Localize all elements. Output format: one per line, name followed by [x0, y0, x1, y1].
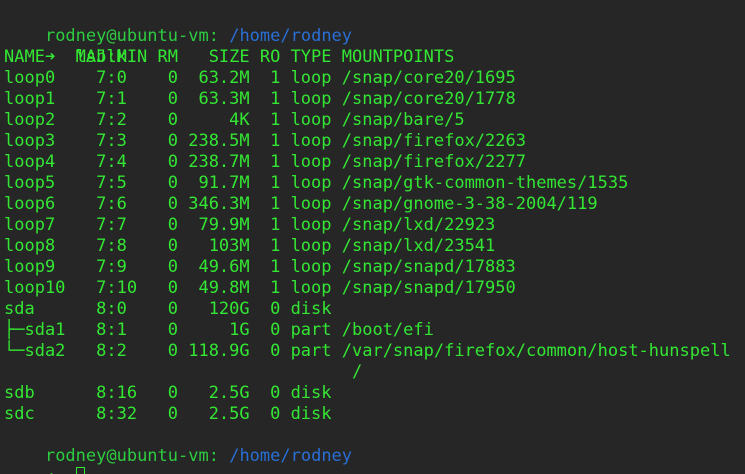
command-line: ➜ lsblk [4, 26, 127, 67]
cursor-block[interactable] [75, 467, 85, 474]
prompt-separator: : [208, 446, 219, 466]
table-row: loop2 7:2 0 4K 1 loop /snap/bare/5 [4, 110, 465, 130]
prompt-path: /home/rodney [218, 26, 353, 46]
table-header: NAME MAJ:MIN RM SIZE RO TYPE MOUNTPOINTS [4, 47, 455, 67]
table-row: loop8 7:8 0 103M 1 loop /snap/lxd/23541 [4, 236, 496, 256]
table-row: loop10 7:10 0 49.8M 1 loop /snap/snapd/1… [4, 278, 516, 298]
input-line[interactable]: ➜ [4, 446, 85, 474]
prompt-separator: : [208, 26, 219, 46]
table-row: sda 8:0 0 120G 0 disk [4, 299, 342, 319]
table-row: loop1 7:1 0 63.3M 1 loop /snap/core20/17… [4, 89, 516, 109]
table-row: ├─sda1 8:1 0 1G 0 part /boot/efi [4, 320, 434, 340]
table-row: loop3 7:3 0 238.5M 1 loop /snap/firefox/… [4, 131, 526, 151]
table-row-continuation: / [4, 362, 363, 382]
table-row: sdc 8:32 0 2.5G 0 disk [4, 404, 342, 424]
table-row: loop7 7:7 0 79.9M 1 loop /snap/lxd/22923 [4, 215, 496, 235]
table-row: └─sda2 8:2 0 118.9G 0 part /var/snap/fir… [4, 341, 731, 361]
table-row: loop5 7:5 0 91.7M 1 loop /snap/gtk-commo… [4, 173, 629, 193]
table-row: loop4 7:4 0 238.7M 1 loop /snap/firefox/… [4, 152, 526, 172]
prompt-line: rodney@ubuntu-vm: /home/rodney [4, 5, 352, 46]
prompt-line-2: rodney@ubuntu-vm: /home/rodney [4, 425, 352, 466]
prompt-arrow-icon: ➜ [45, 467, 55, 474]
table-row: loop0 7:0 0 63.2M 1 loop /snap/core20/16… [4, 68, 516, 88]
table-row: loop6 7:6 0 346.3M 1 loop /snap/gnome-3-… [4, 194, 598, 214]
table-row: sdb 8:16 0 2.5G 0 disk [4, 383, 342, 403]
table-row: loop9 7:9 0 49.6M 1 loop /snap/snapd/178… [4, 257, 516, 277]
terminal-window[interactable]: rodney@ubuntu-vm: /home/rodney ➜ lsblk N… [0, 0, 745, 474]
prompt-path: /home/rodney [218, 446, 353, 466]
